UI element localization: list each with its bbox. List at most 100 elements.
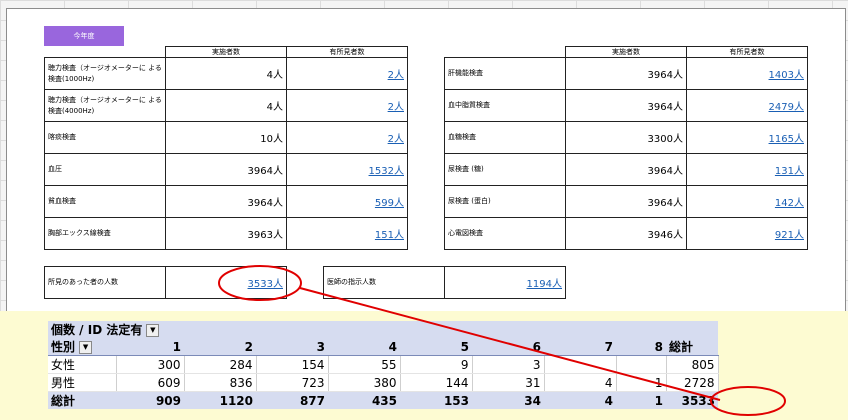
findings-link[interactable]: 142人 <box>775 198 804 209</box>
cell: 2728 <box>666 373 719 392</box>
cell: 723 <box>256 373 329 392</box>
pivot-title: 個数 / ID <box>51 323 103 337</box>
pivot-area: 個数 / ID 法定有 ▼ 性別 ▼ 1 2 3 4 5 6 7 8 総計 女性 3… <box>0 311 848 420</box>
table-row: 聴力検査（オージオメーターに よる検査(4000Hz) 4人 2人 <box>44 89 408 122</box>
doctor-instruction-link[interactable]: 1194人 <box>527 279 562 290</box>
exam-name: 尿検査 (蛋白) <box>444 185 566 218</box>
table-row: 胸部エックス線検査 3963人 151人 <box>44 217 408 250</box>
table-row: 貧血検査 3964人 599人 <box>44 185 408 218</box>
header-findings: 有所見者数 <box>286 46 408 58</box>
performed-count: 3946人 <box>565 217 687 250</box>
performed-count: 3964人 <box>165 185 287 218</box>
cell: 9 <box>400 355 473 374</box>
header-performed: 実施者数 <box>565 46 687 58</box>
exam-name: 胸部エックス線検査 <box>44 217 166 250</box>
pivot-title-row: 個数 / ID 法定有 ▼ <box>48 321 718 338</box>
table-row: 尿検査 (蛋白) 3964人 142人 <box>444 185 808 218</box>
findings-link[interactable]: 2479人 <box>769 102 804 113</box>
findings-link[interactable]: 599人 <box>375 198 404 209</box>
right-inspection-table: 実施者数 有所見者数 肝機能検査 3964人 1403人 血中脂質検査 3964… <box>444 46 808 250</box>
cell: 144 <box>400 373 473 392</box>
exam-name: 心電図検査 <box>444 217 566 250</box>
exam-name: 聴力検査（オージオメーターに よる検査(4000Hz) <box>44 89 166 122</box>
performed-count: 3964人 <box>565 89 687 122</box>
column-header: 総計 <box>666 338 718 356</box>
table-row: 喀痰検査 10人 2人 <box>44 121 408 154</box>
row-label: 総計 <box>48 391 116 409</box>
cell: 877 <box>256 391 328 409</box>
exam-name: 喀痰検査 <box>44 121 166 154</box>
column-header: 4 <box>328 338 400 356</box>
pivot-row-field: 性別 <box>51 340 76 354</box>
findings-total-label: 所見のあった者の人数 <box>44 266 166 299</box>
performed-count: 4人 <box>165 57 287 90</box>
exam-name: 貧血検査 <box>44 185 166 218</box>
cell: 31 <box>472 373 545 392</box>
findings-link[interactable]: 2人 <box>388 134 404 145</box>
column-header: 6 <box>472 338 544 356</box>
performed-count: 3964人 <box>565 185 687 218</box>
cell: 909 <box>116 391 184 409</box>
cell: 34 <box>472 391 544 409</box>
table-row: 血糖検査 3300人 1165人 <box>444 121 808 154</box>
findings-link[interactable]: 1532人 <box>369 166 404 177</box>
grand-total-row: 総計 909 1120 877 435 153 34 4 1 3533 <box>48 391 718 409</box>
pivot-filter-label: 法定有 <box>106 323 143 337</box>
chevron-down-icon[interactable]: ▼ <box>79 341 93 354</box>
performed-count: 3964人 <box>565 153 687 186</box>
findings-link[interactable]: 151人 <box>375 230 404 241</box>
cell: 284 <box>184 355 257 374</box>
cell: 154 <box>256 355 329 374</box>
table-row: 血圧 3964人 1532人 <box>44 153 408 186</box>
table-row: 肝機能検査 3964人 1403人 <box>444 57 808 90</box>
findings-link[interactable]: 1165人 <box>769 134 804 145</box>
table-row: 尿検査 (糖) 3964人 131人 <box>444 153 808 186</box>
table-row: 聴力検査（オージオメーターに よる検査(1000Hz) 4人 2人 <box>44 57 408 90</box>
performed-count: 3964人 <box>565 57 687 90</box>
table-row: 血中脂質検査 3964人 2479人 <box>444 89 808 122</box>
findings-link[interactable]: 131人 <box>775 166 804 177</box>
findings-link[interactable]: 2人 <box>388 70 404 81</box>
findings-link[interactable]: 1403人 <box>769 70 804 81</box>
exam-name: 血中脂質検査 <box>444 89 566 122</box>
cell <box>544 355 617 374</box>
header-findings: 有所見者数 <box>686 46 808 58</box>
cell: 1120 <box>184 391 256 409</box>
cell: 805 <box>666 355 719 374</box>
cell: 4 <box>544 391 616 409</box>
row-label: 女性 <box>48 355 117 374</box>
filter-icon[interactable]: ▼ <box>146 324 160 337</box>
cell: 300 <box>116 355 185 374</box>
cell: 380 <box>328 373 401 392</box>
column-header: 2 <box>184 338 256 356</box>
performed-count: 3964人 <box>165 153 287 186</box>
findings-summary-table: 所見のあった者の人数 3533人 <box>44 266 287 299</box>
pivot-column-header-row: 性別 ▼ 1 2 3 4 5 6 7 8 総計 <box>48 338 718 356</box>
exam-name: 聴力検査（オージオメーターに よる検査(1000Hz) <box>44 57 166 90</box>
doctor-instruction-label: 医師の指示人数 <box>323 266 445 299</box>
findings-link[interactable]: 921人 <box>775 230 804 241</box>
table-row: 心電図検査 3946人 921人 <box>444 217 808 250</box>
cell: 609 <box>116 373 185 392</box>
exam-name: 肝機能検査 <box>444 57 566 90</box>
findings-link[interactable]: 2人 <box>388 102 404 113</box>
table-row: 男性 609 836 723 380 144 31 4 1 2728 <box>48 373 719 392</box>
column-header: 1 <box>116 338 184 356</box>
cell: 836 <box>184 373 257 392</box>
cell: 1 <box>616 373 667 392</box>
exam-name: 尿検査 (糖) <box>444 153 566 186</box>
cell: 55 <box>328 355 401 374</box>
row-label: 男性 <box>48 373 117 392</box>
cell: 3 <box>472 355 545 374</box>
findings-total-link[interactable]: 3533人 <box>248 279 283 290</box>
header-performed: 実施者数 <box>165 46 287 58</box>
performed-count: 3300人 <box>565 121 687 154</box>
performed-count: 10人 <box>165 121 287 154</box>
performed-count: 3963人 <box>165 217 287 250</box>
cell: 4 <box>544 373 617 392</box>
performed-count: 4人 <box>165 89 287 122</box>
column-header: 7 <box>544 338 616 356</box>
column-header: 8 <box>616 338 666 356</box>
column-header: 3 <box>256 338 328 356</box>
cell: 1 <box>616 391 666 409</box>
